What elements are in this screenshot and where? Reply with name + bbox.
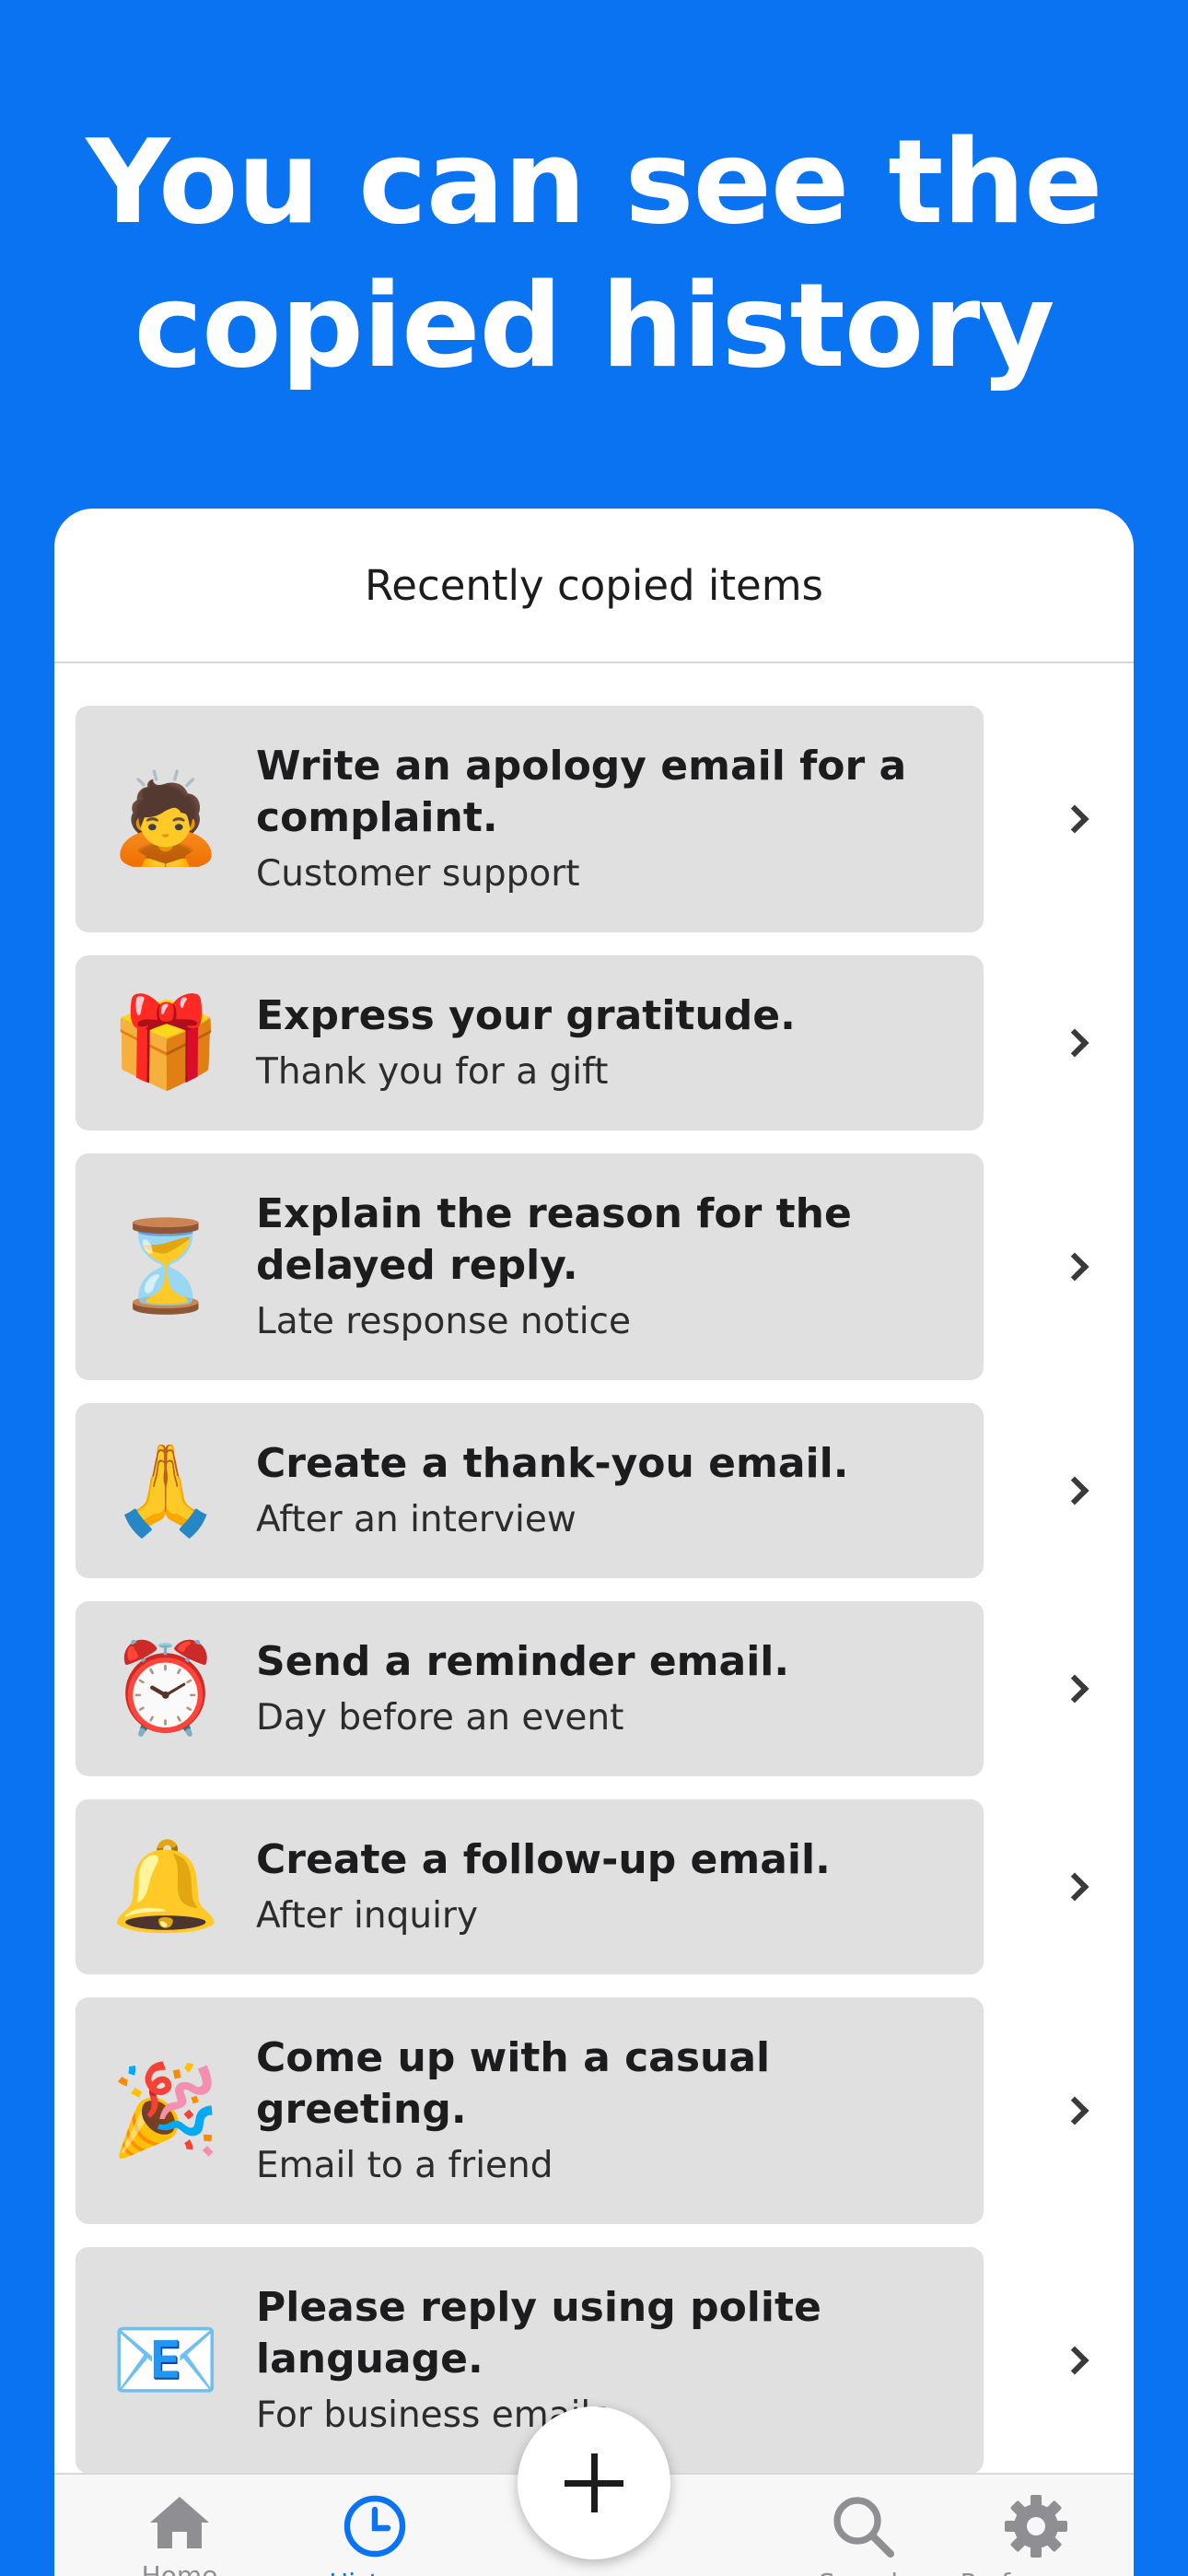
list-item-text: Create a follow-up email. After inquiry — [256, 1834, 965, 1939]
list-item[interactable]: ⏳ Explain the reason for the delayed repl… — [76, 1153, 1112, 1380]
bowing-person-icon: 🙇 — [111, 769, 221, 868]
email-icon: 📧 — [111, 2311, 221, 2409]
tab-search-label: Search — [771, 2568, 955, 2576]
navigation-bar: Recently copied items — [54, 509, 1134, 663]
list-item-text: Send a reminder email. Day before an even… — [256, 1636, 965, 1741]
tab-preferences[interactable]: Preferences — [944, 2493, 1128, 2576]
headline: You can see the copied history — [0, 111, 1188, 398]
screen-title: Recently copied items — [365, 560, 823, 610]
home-icon — [150, 2497, 209, 2548]
bell-icon: 🔔 — [111, 1837, 221, 1936]
list-item-card[interactable]: 🔔 Create a follow-up email. After inquiry — [76, 1799, 984, 1974]
list-item-title: Please reply using polite language. — [256, 2284, 821, 2383]
app-screen: Recently copied items 🙇 Write an apology … — [54, 509, 1134, 2576]
list-item-text: Express your gratitude. Thank you for a g… — [256, 990, 965, 1095]
gift-icon: 🎁 — [111, 993, 221, 1092]
chevron-right-icon[interactable] — [1060, 1674, 1089, 1704]
list-item-text: Explain the reason for the delayed reply… — [256, 1188, 965, 1345]
tab-history-label: History — [283, 2568, 467, 2576]
tab-home-label: Home — [141, 2560, 218, 2576]
list-item-card[interactable]: 🎁 Express your gratitude. Thank you for a … — [76, 955, 984, 1130]
list-item-title: Come up with a casual greeting. — [256, 2034, 771, 2133]
party-popper-icon: 🎉 — [111, 2061, 221, 2160]
list-item-title: Express your gratitude. — [256, 992, 796, 1039]
chevron-right-icon[interactable] — [1060, 1028, 1089, 1058]
clock-icon — [344, 2495, 406, 2558]
tab-preferences-label: Preferences — [944, 2568, 1128, 2576]
history-list[interactable]: 🙇 Write an apology email for a complaint.… — [76, 706, 1112, 2576]
chevron-right-icon[interactable] — [1060, 804, 1089, 834]
chevron-right-icon[interactable] — [1060, 2346, 1089, 2375]
list-item-subtitle: After an interview — [256, 1499, 577, 1540]
list-item-title: Write an apology email for a complaint. — [256, 743, 907, 841]
chevron-right-icon[interactable] — [1060, 1252, 1089, 1282]
hourglass-icon: ⏳ — [111, 1217, 221, 1316]
list-item-title: Create a thank-you email. — [256, 1440, 849, 1487]
list-item-title: Create a follow-up email. — [256, 1836, 831, 1883]
list-item-subtitle: After inquiry — [256, 1895, 479, 1937]
list-item-subtitle: Customer support — [256, 853, 580, 895]
list-item-title: Send a reminder email. — [256, 1638, 790, 1685]
tab-search[interactable]: Search — [771, 2493, 955, 2576]
list-item[interactable]: 🙏 Create a thank-you email. After an inter… — [76, 1403, 1112, 1578]
tab-home[interactable]: Home — [87, 2493, 272, 2576]
chevron-right-icon[interactable] — [1060, 1476, 1089, 1505]
list-item-card[interactable]: 🙇 Write an apology email for a complaint.… — [76, 706, 984, 932]
list-item[interactable]: ⏰ Send a reminder email. Day before an eve… — [76, 1601, 1112, 1776]
add-button[interactable] — [518, 2406, 670, 2559]
list-item[interactable]: 🎉 Come up with a casual greeting. Email to… — [76, 1997, 1112, 2224]
list-item-card[interactable]: 🙏 Create a thank-you email. After an inter… — [76, 1403, 984, 1578]
list-item-text: Come up with a casual greeting. Email to … — [256, 2032, 965, 2189]
list-item-card[interactable]: 🎉 Come up with a casual greeting. Email to… — [76, 1997, 984, 2224]
list-item[interactable]: 🎁 Express your gratitude. Thank you for a … — [76, 955, 1112, 1130]
list-item-title: Explain the reason for the delayed reply… — [256, 1190, 852, 1289]
search-icon — [833, 2497, 894, 2558]
list-item[interactable]: 🔔 Create a follow-up email. After inquiry — [76, 1799, 1112, 1974]
list-item[interactable]: 🙇 Write an apology email for a complaint.… — [76, 706, 1112, 932]
headline-line-1: You can see the — [86, 114, 1102, 250]
list-item-subtitle: Email to a friend — [256, 2145, 553, 2186]
list-item-card[interactable]: ⏰ Send a reminder email. Day before an eve… — [76, 1601, 984, 1776]
list-item-text: Create a thank-you email. After an interv… — [256, 1438, 965, 1543]
list-item-subtitle: Thank you for a gift — [256, 1051, 609, 1093]
headline-line-2: copied history — [134, 258, 1054, 393]
alarm-clock-icon: ⏰ — [111, 1639, 221, 1738]
list-item-card[interactable]: ⏳ Explain the reason for the delayed repl… — [76, 1153, 984, 1380]
list-item-text: Write an apology email for a complaint. C… — [256, 741, 965, 897]
gear-icon — [1005, 2495, 1067, 2558]
chevron-right-icon[interactable] — [1060, 1872, 1089, 1902]
list-item-subtitle: Late response notice — [256, 1301, 631, 1342]
folded-hands-icon: 🙏 — [111, 1441, 221, 1540]
list-item-subtitle: Day before an event — [256, 1697, 624, 1739]
tab-history[interactable]: History — [283, 2493, 467, 2576]
chevron-right-icon[interactable] — [1060, 2096, 1089, 2125]
